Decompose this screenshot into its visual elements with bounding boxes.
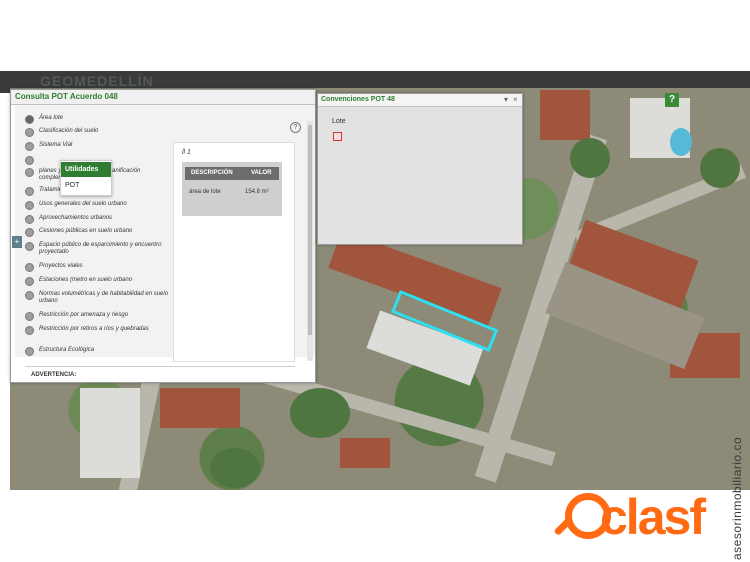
col-description: DESCRIPCIÓN	[191, 170, 233, 176]
close-icon[interactable]: ×	[513, 95, 518, 104]
option-normas[interactable]: Normas volumétricas y de habitabilidad e…	[25, 291, 169, 305]
tree	[570, 138, 610, 178]
watermark-email: asesorinmobiliario.co	[730, 436, 744, 560]
row-label: área de lote	[189, 189, 221, 195]
radio-button[interactable]	[25, 115, 34, 124]
minimize-icon[interactable]: ▾	[504, 95, 508, 104]
utilities-popup-menu: Utilidades POT	[60, 160, 112, 196]
panel-header: Consulta POT Acuerdo 048	[11, 90, 315, 105]
expand-panel-button[interactable]: +	[12, 236, 22, 248]
tree	[700, 148, 740, 188]
radio-button[interactable]	[25, 242, 34, 251]
map-help-button[interactable]: ?	[665, 93, 679, 107]
pool	[670, 128, 692, 156]
radio-button[interactable]	[25, 228, 34, 237]
option-cesiones[interactable]: Cesiones públicas en suelo urbano	[25, 228, 169, 237]
legend-title: Convenciones POT 48	[321, 96, 395, 103]
watermark-logo-text: clasf	[600, 489, 706, 545]
row-value: 154.8 m²	[245, 189, 269, 195]
menu-item-utilidades[interactable]: Utilidades	[61, 162, 111, 177]
legend-header: Convenciones POT 48 ▾ ×	[318, 94, 522, 107]
help-icon[interactable]: ?	[290, 122, 301, 133]
panel-body: Área lote Clasificación del suelo Sistem…	[15, 105, 315, 362]
result-table-header: DESCRIPCIÓN VALOR	[185, 167, 279, 180]
warning-label: ADVERTENCIA:	[25, 366, 295, 382]
radio-button[interactable]	[25, 187, 34, 196]
radio-button[interactable]	[25, 326, 34, 335]
option-amenaza[interactable]: Restricción por amenaza y riesgo	[25, 312, 169, 321]
radio-button[interactable]	[25, 347, 34, 356]
panel-title: Consulta POT Acuerdo 048	[15, 92, 118, 101]
brand-logo: GEOMEDELLÍN	[40, 73, 154, 89]
option-espacio-publico[interactable]: Espacio público de esparcimiento y encue…	[25, 242, 169, 256]
option-sistema-vial[interactable]: Sistema Vial	[25, 142, 169, 151]
col-value: VALOR	[251, 170, 272, 176]
building	[80, 388, 140, 478]
legend-swatch	[333, 132, 342, 141]
radio-button[interactable]	[25, 215, 34, 224]
option-estructura-ecologica[interactable]: Estructura Ecológica	[25, 347, 169, 356]
option-proyectos-viales[interactable]: Proyectos viales	[25, 263, 169, 272]
rooftops	[160, 388, 240, 428]
option-clasificacion[interactable]: Clasificación del suelo	[25, 128, 169, 137]
radio-button[interactable]	[25, 128, 34, 137]
legend-panel: Convenciones POT 48 ▾ × Lote	[317, 93, 523, 245]
radio-button[interactable]	[25, 201, 34, 210]
tree	[210, 448, 260, 488]
pot-query-panel: Consulta POT Acuerdo 048 Área lote Clasi…	[10, 89, 316, 383]
menu-item-pot[interactable]: POT	[61, 178, 111, 193]
option-estaciones[interactable]: Estaciones (metro en suelo urbano	[25, 277, 169, 286]
radio-button[interactable]	[25, 142, 34, 151]
tree	[290, 388, 350, 438]
query-result-panel: ll 1 DESCRIPCIÓN VALOR área de lote 154.…	[173, 142, 295, 362]
radio-button[interactable]	[25, 291, 34, 300]
option-aprovechamientos[interactable]: Aprovechamientos urbanos	[25, 215, 169, 224]
radio-button[interactable]	[25, 168, 34, 177]
rooftops	[540, 90, 590, 140]
rooftops	[340, 438, 390, 468]
option-area-lote[interactable]: Área lote	[25, 115, 169, 124]
option-usos[interactable]: Usos generales del suelo urbano	[25, 201, 169, 210]
radio-button[interactable]	[25, 263, 34, 272]
legend-item-label: Lote	[332, 118, 346, 125]
radio-button[interactable]	[25, 312, 34, 321]
radio-button[interactable]	[25, 156, 34, 165]
scrollbar-thumb[interactable]	[308, 125, 312, 335]
result-tab[interactable]: ll 1	[182, 149, 191, 156]
radio-button[interactable]	[25, 277, 34, 286]
option-retiros[interactable]: Restricción por retiros a ríos y quebrad…	[25, 326, 169, 335]
result-table: DESCRIPCIÓN VALOR área de lote 154.8 m²	[182, 162, 282, 216]
